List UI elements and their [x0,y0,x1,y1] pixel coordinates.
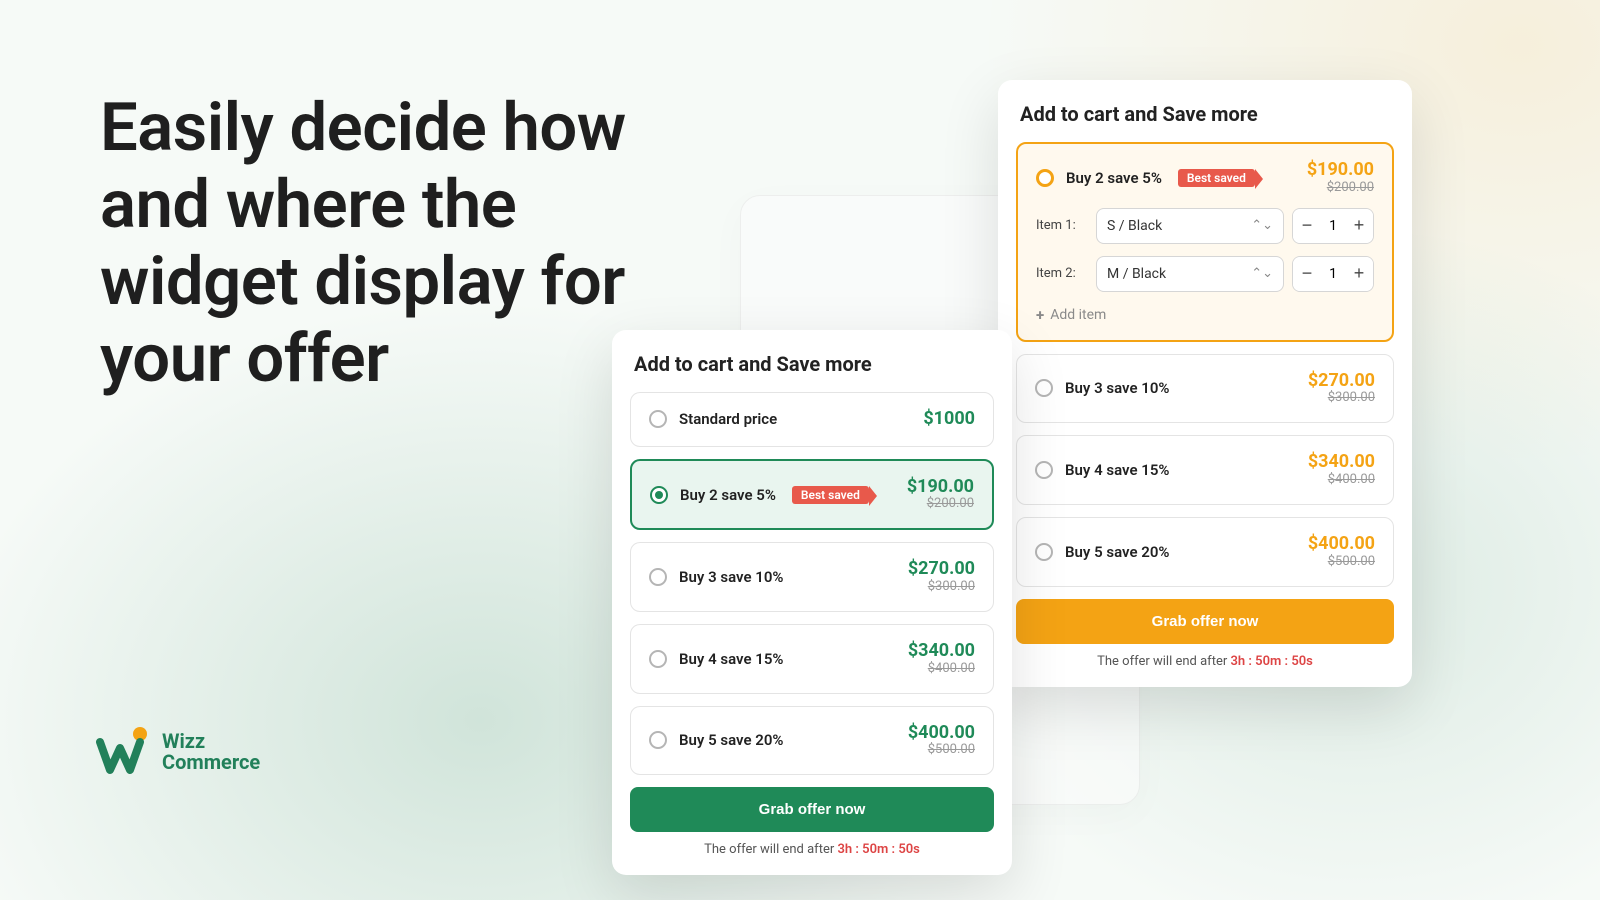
brand-logo: Wizz Commerce [96,724,260,780]
qty-minus-button[interactable]: − [1293,257,1321,291]
offer-widget-orange: Add to cart and Save more Buy 2 save 5% … [998,80,1412,687]
tier-old-price: $300.00 [1308,391,1375,406]
radio-icon [1035,461,1053,479]
best-saved-badge: Best saved [792,486,869,504]
quantity-stepper: − 1 + [1292,256,1374,292]
radio-icon [649,568,667,586]
qty-plus-button[interactable]: + [1345,257,1373,291]
tier-old-price: $200.00 [907,497,974,512]
tier-label: Buy 3 save 10% [679,568,783,586]
tier-price: $340.00 [1308,452,1375,473]
panel-title: Add to cart and Save more [1016,102,1394,126]
variant-value: S / Black [1107,218,1162,234]
line-item-label: Item 2: [1036,266,1088,281]
tier-label: Standard price [679,410,777,428]
radio-icon [650,486,668,504]
qty-value: 1 [1321,218,1345,234]
brand-name-line1: Wizz [162,731,260,752]
radio-icon [1036,169,1054,187]
variant-select[interactable]: M / Black ⌃⌄ [1096,256,1284,292]
tier-option-selected[interactable]: Buy 2 save 5% Best saved $190.00 $200.00 [630,459,994,531]
tier-label: Buy 2 save 5% [680,486,776,504]
countdown-value: 3h : 50m : 50s [1230,654,1312,669]
tier-option[interactable]: Buy 3 save 10% $270.00 $300.00 [630,542,994,612]
tier-label: Buy 4 save 15% [1065,461,1169,479]
tier-option[interactable]: Buy 5 save 20% $400.00 $500.00 [630,706,994,776]
tier-price: $400.00 [908,723,975,744]
countdown-prefix: The offer will end after [1097,654,1230,669]
radio-icon [1035,379,1053,397]
tier-option[interactable]: Buy 4 save 15% $340.00 $400.00 [1016,435,1394,505]
tier-old-price: $400.00 [1308,473,1375,488]
brand-logo-mark [96,724,152,780]
radio-icon [649,731,667,749]
tier-old-price: $400.00 [908,662,975,677]
qty-value: 1 [1321,266,1345,282]
countdown-value: 3h : 50m : 50s [837,842,919,857]
tier-price: $400.00 [1308,534,1375,555]
radio-icon [1035,543,1053,561]
line-item-row: Item 2: M / Black ⌃⌄ − 1 + [1036,256,1374,292]
tier-option-selected[interactable]: Buy 2 save 5% Best saved $190.00 $200.00… [1016,142,1394,342]
grab-offer-button[interactable]: Grab offer now [1016,599,1394,644]
tier-old-price: $500.00 [1308,555,1375,570]
tier-old-price: $200.00 [1307,181,1374,196]
tier-old-price: $500.00 [908,743,975,758]
tier-label: Buy 5 save 20% [679,731,783,749]
tier-old-price: $300.00 [908,580,975,595]
qty-minus-button[interactable]: − [1293,209,1321,243]
tier-label: Buy 3 save 10% [1065,379,1169,397]
countdown-prefix: The offer will end after [704,842,837,857]
panel-title: Add to cart and Save more [630,352,994,376]
tier-price: $340.00 [908,641,975,662]
tier-option[interactable]: Standard price $1000 [630,392,994,447]
tier-label: Buy 2 save 5% [1066,169,1162,187]
chevron-updown-icon: ⌃⌄ [1251,266,1273,281]
tier-option[interactable]: Buy 4 save 15% $340.00 $400.00 [630,624,994,694]
tier-label: Buy 4 save 15% [679,650,783,668]
add-item-button[interactable]: + Add item [1036,306,1374,324]
tier-price: $270.00 [908,559,975,580]
brand-name-line2: Commerce [162,752,260,773]
line-item-label: Item 1: [1036,218,1088,233]
tier-price: $1000 [923,409,975,430]
radio-icon [649,650,667,668]
grab-offer-button[interactable]: Grab offer now [630,787,994,832]
line-item-row: Item 1: S / Black ⌃⌄ − 1 + [1036,208,1374,244]
plus-icon: + [1036,306,1044,324]
quantity-stepper: − 1 + [1292,208,1374,244]
offer-widget-green: Add to cart and Save more Standard price… [612,330,1012,875]
tier-price: $190.00 [1307,160,1374,181]
variant-value: M / Black [1107,266,1166,282]
tier-price: $190.00 [907,477,974,498]
tier-option[interactable]: Buy 3 save 10% $270.00 $300.00 [1016,354,1394,424]
add-item-label: Add item [1050,307,1106,323]
tier-price: $270.00 [1308,371,1375,392]
page-headline: Easily decide how and where the widget d… [100,90,660,398]
radio-icon [649,410,667,428]
best-saved-badge: Best saved [1178,169,1255,187]
tier-label: Buy 5 save 20% [1065,543,1169,561]
chevron-updown-icon: ⌃⌄ [1251,218,1273,233]
qty-plus-button[interactable]: + [1345,209,1373,243]
countdown-text: The offer will end after 3h : 50m : 50s [630,842,994,857]
variant-select[interactable]: S / Black ⌃⌄ [1096,208,1284,244]
countdown-text: The offer will end after 3h : 50m : 50s [1016,654,1394,669]
tier-option[interactable]: Buy 5 save 20% $400.00 $500.00 [1016,517,1394,587]
